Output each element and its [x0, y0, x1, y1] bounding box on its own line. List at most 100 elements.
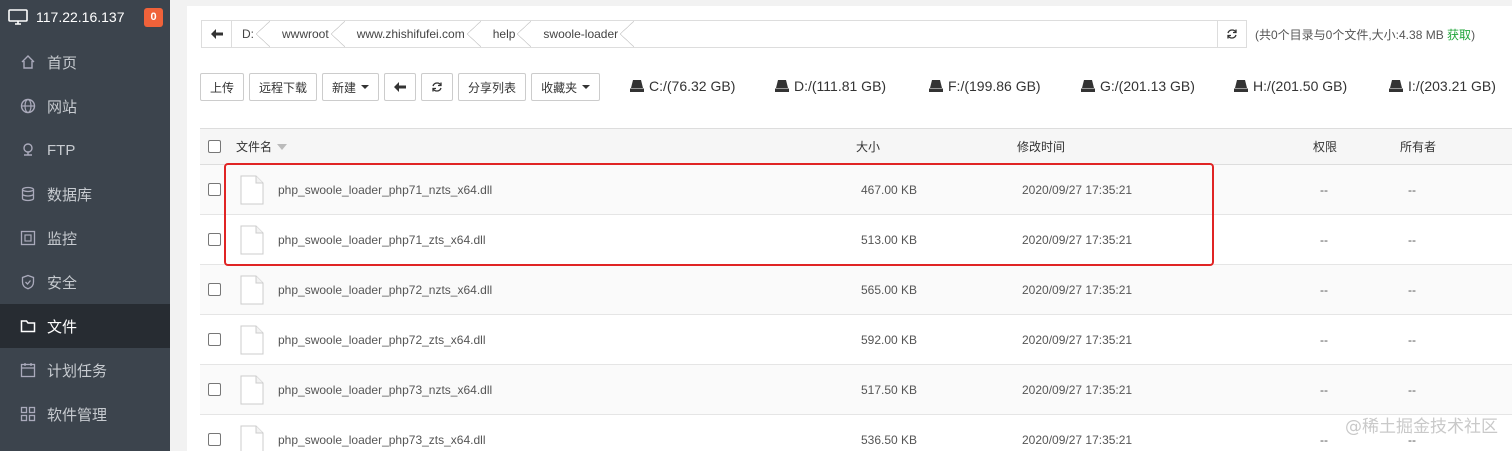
- filename: php_swoole_loader_php72_nzts_x64.dll: [278, 282, 493, 297]
- watermark: @稀土掘金技术社区: [1345, 417, 1498, 437]
- file-icon: [240, 375, 264, 404]
- file-mtime: 2020/09/27 17:35:21: [1022, 432, 1133, 447]
- sidebar-item-database[interactable]: 数据库: [0, 172, 170, 216]
- filename-cell[interactable]: php_swoole_loader_php73_nzts_x64.dll: [240, 365, 492, 414]
- drive-g[interactable]: G:/(201.13 GB): [1081, 78, 1234, 94]
- breadcrumb-swoole-loader[interactable]: swoole-loader: [533, 21, 636, 47]
- row-checkbox[interactable]: [208, 383, 221, 396]
- sidebar-item-cron[interactable]: 计划任务: [0, 348, 170, 392]
- sidebar-item-monitor[interactable]: 监控: [0, 216, 170, 260]
- file-icon: [240, 225, 264, 254]
- filename-cell[interactable]: php_swoole_loader_php71_nzts_x64.dll: [240, 165, 492, 214]
- drive-c[interactable]: C:/(76.32 GB): [630, 78, 775, 94]
- file-owner: --: [1408, 232, 1416, 247]
- server-header[interactable]: 117.22.16.137 0: [0, 0, 170, 34]
- caret-down-icon: [582, 85, 591, 89]
- table-row[interactable]: php_swoole_loader_php73_nzts_x64.dll 517…: [200, 365, 1512, 415]
- file-owner: --: [1408, 382, 1416, 397]
- row-checkbox[interactable]: [208, 333, 221, 346]
- drive-label: D:/(111.81 GB): [794, 78, 887, 94]
- drive-d[interactable]: D:/(111.81 GB): [775, 78, 929, 94]
- file-size: 565.00 KB: [861, 282, 918, 297]
- drive-icon: [1234, 80, 1248, 92]
- file-owner: --: [1408, 182, 1416, 197]
- caret-down-icon: [361, 85, 370, 89]
- drive-label: H:/(201.50 GB): [1253, 78, 1348, 94]
- remote-download-button[interactable]: 远程下载: [249, 73, 318, 101]
- filename: php_swoole_loader_php73_nzts_x64.dll: [278, 382, 493, 397]
- get-size-link[interactable]: 获取: [1447, 28, 1471, 42]
- summary-text: (共0个目录与0个文件,大小:4.38 MB: [1255, 28, 1448, 42]
- row-checkbox[interactable]: [208, 233, 221, 246]
- table-row[interactable]: php_swoole_loader_php73_zts_x64.dll 536.…: [200, 415, 1512, 451]
- header-mtime[interactable]: 修改时间: [1017, 129, 1065, 164]
- drive-f[interactable]: F:/(199.86 GB): [929, 78, 1081, 94]
- header-size[interactable]: 大小: [856, 129, 880, 164]
- sidebar-item-home[interactable]: 首页: [0, 40, 170, 84]
- file-toolbar: 上传 远程下载 新建 分享列表 收藏夹: [200, 72, 605, 102]
- breadcrumb-site[interactable]: www.zhishifufei.com: [347, 21, 483, 47]
- file-size: 513.00 KB: [861, 232, 918, 247]
- row-select-cell: [208, 415, 221, 451]
- refresh-button[interactable]: [421, 73, 454, 101]
- table-row[interactable]: php_swoole_loader_php72_zts_x64.dll 592.…: [200, 315, 1512, 365]
- sidebar-item-website[interactable]: 网站: [0, 84, 170, 128]
- file-size: 517.50 KB: [861, 382, 918, 397]
- breadcrumb-help[interactable]: help: [483, 21, 534, 47]
- table-row[interactable]: php_swoole_loader_php72_nzts_x64.dll 565…: [200, 265, 1512, 315]
- row-select-cell: [208, 215, 221, 264]
- filename-cell[interactable]: php_swoole_loader_php73_zts_x64.dll: [240, 415, 486, 451]
- file-mtime: 2020/09/27 17:35:21: [1022, 382, 1133, 397]
- sidebar-item-label: 数据库: [47, 186, 93, 204]
- table-row[interactable]: php_swoole_loader_php71_zts_x64.dll 513.…: [200, 215, 1512, 265]
- table-row[interactable]: php_swoole_loader_php71_nzts_x64.dll 467…: [200, 165, 1512, 215]
- ftp-icon: [20, 142, 36, 158]
- favorites-label: 收藏夹: [541, 80, 578, 95]
- new-dropdown-button[interactable]: 新建: [322, 73, 380, 101]
- breadcrumb-drive[interactable]: D:: [232, 21, 272, 47]
- path-back-button[interactable]: [202, 21, 232, 47]
- table-header: 文件名 大小 修改时间 权限 所有者: [200, 129, 1512, 165]
- summary-close: ): [1471, 28, 1476, 42]
- directory-summary: (共0个目录与0个文件,大小:4.38 MB 获取): [1255, 26, 1475, 43]
- drive-i[interactable]: I:/(203.21 GB): [1389, 78, 1496, 94]
- row-checkbox[interactable]: [208, 183, 221, 196]
- filename-cell[interactable]: php_swoole_loader_php72_zts_x64.dll: [240, 315, 486, 364]
- sidebar-item-files[interactable]: 文件: [0, 304, 170, 348]
- notification-badge[interactable]: 0: [144, 7, 163, 27]
- arrow-left-icon: [394, 82, 407, 92]
- sidebar-item-label: 文件: [47, 318, 78, 336]
- drive-label: F:/(199.86 GB): [948, 78, 1041, 94]
- drive-list: C:/(76.32 GB) D:/(111.81 GB) F:/(199.86 …: [630, 78, 1496, 94]
- globe-icon: [20, 98, 36, 114]
- drive-h[interactable]: H:/(201.50 GB): [1234, 78, 1389, 94]
- filename-cell[interactable]: php_swoole_loader_php72_nzts_x64.dll: [240, 265, 492, 314]
- row-select-cell: [208, 165, 221, 214]
- header-filename-label: 文件名: [236, 140, 273, 154]
- path-bar: D: wwwroot www.zhishifufei.com help swoo…: [201, 20, 1221, 48]
- sidebar-item-security[interactable]: 安全: [0, 260, 170, 304]
- refresh-icon: [432, 82, 442, 92]
- upload-button[interactable]: 上传: [200, 73, 245, 101]
- favorites-dropdown-button[interactable]: 收藏夹: [531, 73, 601, 101]
- sidebar-item-software[interactable]: 软件管理: [0, 392, 170, 436]
- new-label: 新建: [332, 80, 357, 95]
- header-filename[interactable]: 文件名: [236, 129, 288, 164]
- row-checkbox[interactable]: [208, 433, 221, 446]
- drive-icon: [1389, 80, 1403, 92]
- sidebar-item-ftp[interactable]: FTP: [0, 128, 170, 172]
- arrow-left-icon: [210, 29, 223, 39]
- filename: php_swoole_loader_php73_zts_x64.dll: [278, 432, 486, 447]
- path-refresh-button[interactable]: [1217, 20, 1247, 48]
- select-all-checkbox[interactable]: [208, 140, 221, 153]
- filename-cell[interactable]: php_swoole_loader_php71_zts_x64.dll: [240, 215, 486, 264]
- breadcrumb-wwwroot[interactable]: wwwroot: [272, 21, 347, 47]
- share-list-button[interactable]: 分享列表: [458, 73, 527, 101]
- file-permission: --: [1320, 382, 1328, 397]
- file-size: 467.00 KB: [861, 182, 918, 197]
- row-checkbox[interactable]: [208, 283, 221, 296]
- back-button[interactable]: [384, 73, 417, 101]
- table-body: php_swoole_loader_php71_nzts_x64.dll 467…: [200, 165, 1512, 451]
- sidebar-item-label: 安全: [47, 274, 78, 292]
- sidebar-item-label: FTP: [47, 141, 76, 159]
